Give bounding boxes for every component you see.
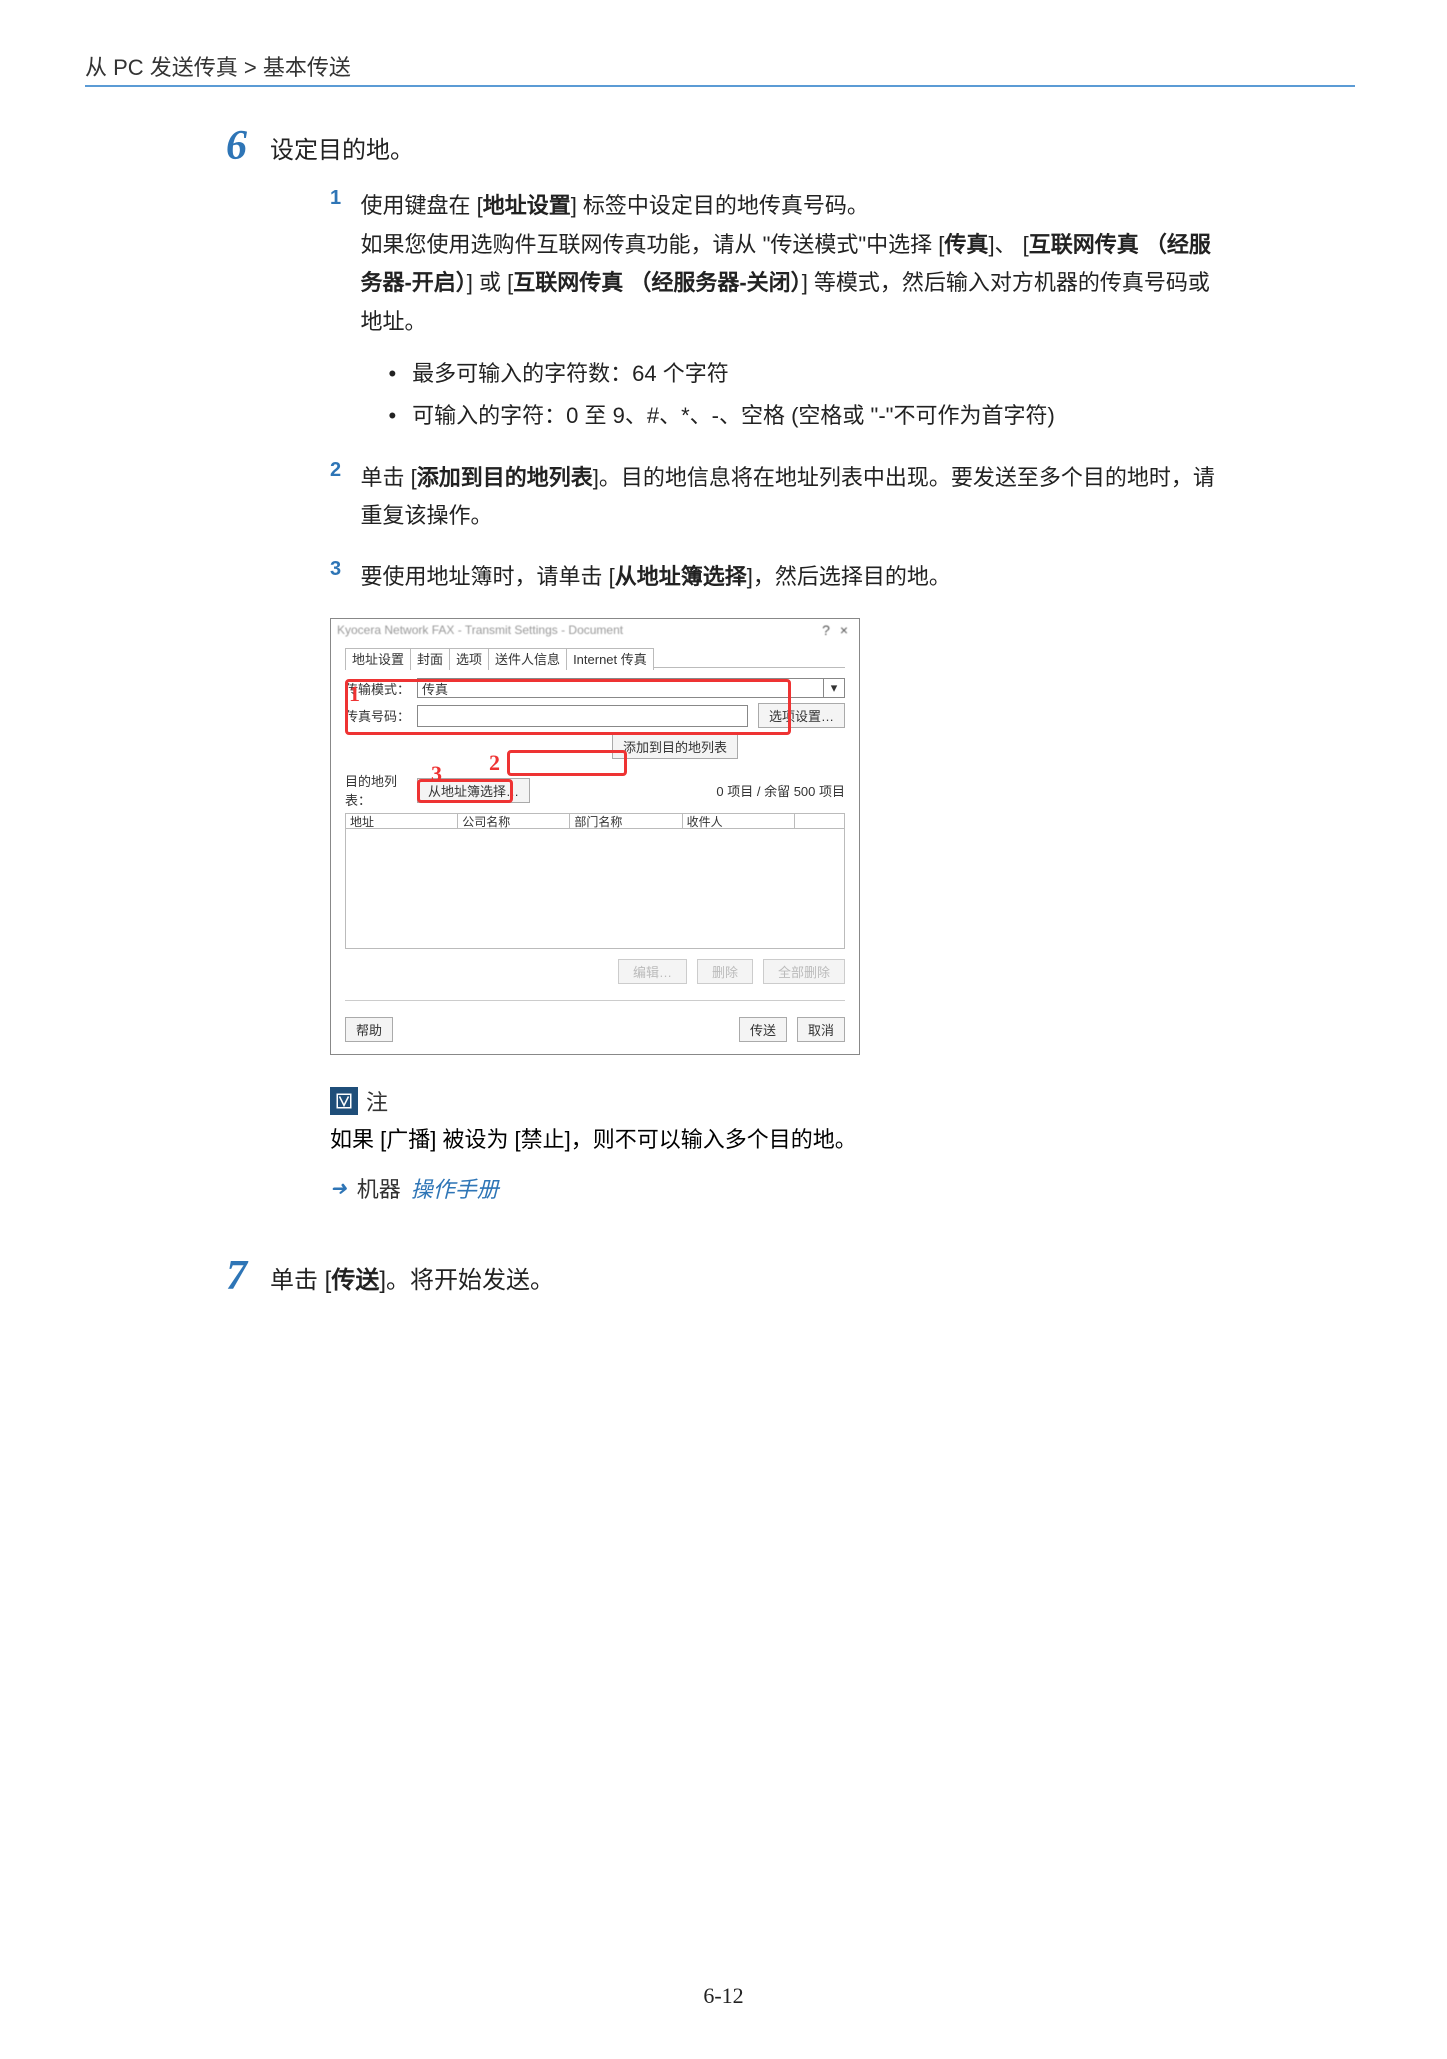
ref-pre: 机器 [357, 1172, 401, 1204]
cancel-button[interactable]: 取消 [797, 1017, 845, 1042]
note-title: 注 [366, 1085, 388, 1117]
text: ]，然后选择目的地。 [747, 564, 951, 589]
bullet-1: 最多可输入的字符数：64 个字符 [388, 353, 1230, 395]
substep-1-body: 使用键盘在 [地址设置] 标签中设定目的地传真号码。 如果您使用选购件互联网传真… [360, 187, 1230, 437]
note-icon [330, 1087, 358, 1115]
text: 如果您使用选购件互联网传真功能，请从 "传送模式"中选择 [ [360, 232, 944, 257]
bold-text: 传送 [331, 1267, 379, 1294]
tab-address[interactable]: 地址设置 [345, 648, 411, 670]
dialog-title-blurred: Kyocera Network FAX - Transmit Settings … [337, 623, 623, 637]
bold-text: 添加到目的地列表 [417, 465, 593, 490]
page-number: 6-12 [0, 1983, 1447, 2009]
dest-columns-header: 地址 公司名称 部门名称 收件人 [345, 813, 845, 829]
option-settings-button[interactable]: 选项设置… [758, 703, 845, 728]
fax-dialog-screenshot: Kyocera Network FAX - Transmit Settings … [330, 618, 860, 1055]
substep-3-num: 3 [330, 558, 356, 581]
mode-dropdown[interactable]: 传真 [417, 678, 824, 698]
bold-text: 从地址簿选择 [615, 564, 747, 589]
substep-1: 1 使用键盘在 [地址设置] 标签中设定目的地传真号码。 如果您使用选购件互联网… [330, 187, 1250, 437]
dialog-tabs: 地址设置封面选项送件人信息Internet 传真 [345, 649, 845, 668]
add-to-dest-button[interactable]: 添加到目的地列表 [612, 734, 738, 759]
text: ] 标签中设定目的地传真号码。 [571, 193, 869, 218]
substep-2-body: 单击 [添加到目的地列表]。目的地信息将在地址列表中出现。要发送至多个目的地时，… [360, 459, 1230, 536]
breadcrumb: 从 PC 发送传真 > 基本传送 [85, 50, 351, 82]
fax-number-input[interactable] [417, 705, 748, 727]
dest-list-label: 目的地列表： [345, 771, 417, 809]
substep-2: 2 单击 [添加到目的地列表]。目的地信息将在地址列表中出现。要发送至多个目的地… [330, 459, 1250, 536]
text: 要使用地址簿时，请单击 [ [360, 564, 614, 589]
dest-count-text: 0 项目 / 余留 500 项目 [716, 781, 845, 800]
dest-list-area[interactable] [345, 829, 845, 949]
dialog-help-button[interactable]: ? [817, 622, 835, 638]
delete-button[interactable]: 删除 [697, 959, 753, 984]
bold-text: 地址设置 [483, 193, 571, 218]
help-button[interactable]: 帮助 [345, 1017, 393, 1042]
bold-text: 互联网传真 （经服务器-关闭） [513, 270, 801, 295]
mode-label: 传输模式： [345, 679, 417, 698]
substep-3-body: 要使用地址簿时，请单击 [从地址簿选择]，然后选择目的地。 [360, 558, 1230, 597]
text: ]。将开始发送。 [379, 1267, 554, 1294]
tab-ifax[interactable]: Internet 传真 [566, 648, 654, 670]
edit-button[interactable]: 编辑… [618, 959, 687, 984]
dropdown-arrow-icon[interactable]: ▾ [823, 678, 845, 698]
text: 单击 [ [360, 465, 416, 490]
delete-all-button[interactable]: 全部删除 [763, 959, 845, 984]
breadcrumb-divider [85, 85, 1355, 87]
mode-value: 传真 [422, 679, 448, 698]
substep-3: 3 要使用地址簿时，请单击 [从地址簿选择]，然后选择目的地。 [330, 558, 1250, 597]
col-spacer [795, 814, 844, 828]
dialog-close-button[interactable]: × [835, 622, 853, 638]
tab-sender[interactable]: 送件人信息 [488, 648, 567, 670]
note-text: 如果 [广播] 被设为 [禁止]，则不可以输入多个目的地。 [330, 1121, 860, 1158]
send-button[interactable]: 传送 [739, 1017, 787, 1042]
ref-italic: 操作手册 [411, 1172, 499, 1204]
fax-number-label: 传真号码： [345, 706, 417, 725]
step-6-title: 设定目的地。 [270, 130, 1270, 165]
text: 使用键盘在 [ [360, 193, 482, 218]
step-number-7: 7 [226, 1252, 247, 1300]
substep-2-num: 2 [330, 459, 356, 482]
col-company: 公司名称 [458, 814, 570, 828]
text: ]、 [ [988, 232, 1028, 257]
tab-options[interactable]: 选项 [449, 648, 489, 670]
step-7-title: 单击 [传送]。将开始发送。 [270, 1260, 1270, 1295]
text: ] 或 [ [467, 270, 513, 295]
bullet-2: 可输入的字符：0 至 9、#、*、-、空格 (空格或 "-"不可作为首字符) [388, 395, 1230, 437]
from-addressbook-button[interactable]: 从地址簿选择… [417, 778, 530, 803]
tab-cover[interactable]: 封面 [410, 648, 450, 670]
bold-text: 传真 [944, 232, 988, 257]
step-number-6: 6 [226, 122, 247, 170]
text: 单击 [ [270, 1267, 331, 1294]
col-dept: 部门名称 [570, 814, 682, 828]
substep-1-num: 1 [330, 187, 356, 210]
arrow-icon: ➜ [330, 1176, 347, 1201]
note-block: 注 如果 [广播] 被设为 [禁止]，则不可以输入多个目的地。 [330, 1085, 860, 1158]
reference-link: ➜ 机器操作手册 [330, 1172, 1270, 1204]
col-address: 地址 [346, 814, 458, 828]
col-recipient: 收件人 [683, 814, 795, 828]
